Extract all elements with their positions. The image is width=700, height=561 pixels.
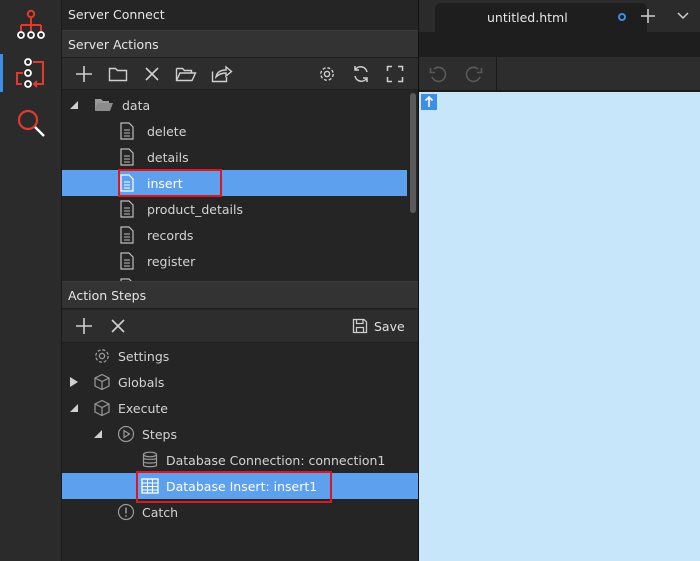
tree-file-details[interactable]: details — [62, 144, 407, 170]
expand-arrow-icon[interactable] — [69, 377, 79, 387]
gear-icon — [92, 346, 112, 366]
up-arrow-icon[interactable] — [421, 94, 437, 110]
design-canvas[interactable] — [419, 92, 700, 561]
step-database-connection[interactable]: Database Connection: connection1 — [62, 447, 418, 473]
gear-icon[interactable] — [312, 58, 342, 90]
cube-icon — [92, 398, 112, 418]
search-icon[interactable] — [0, 100, 62, 146]
save-label: Save — [374, 318, 405, 334]
tree-item-label: data — [122, 97, 151, 113]
file-icon — [117, 121, 137, 141]
tree-file-product-details[interactable]: product_details — [62, 196, 407, 222]
panel-title: Server Connect — [68, 7, 165, 22]
tree-item-label: delete — [147, 123, 187, 139]
tree-file-register[interactable]: register — [62, 248, 407, 274]
tree-item-label: product_details — [147, 201, 243, 217]
tree-folder-data[interactable]: data — [62, 92, 407, 118]
redo-icon[interactable] — [463, 63, 485, 85]
step-catch[interactable]: Catch — [62, 499, 418, 525]
tree-file-partial — [62, 274, 407, 281]
server-actions-header: Server Actions — [62, 30, 418, 58]
step-label: Execute — [118, 400, 168, 416]
refresh-icon[interactable] — [346, 58, 376, 90]
alert-circle-icon — [116, 502, 136, 522]
share-icon[interactable] — [207, 58, 237, 90]
play-circle-icon — [116, 424, 136, 444]
tree-item-label: insert — [147, 175, 183, 191]
file-icon — [117, 199, 137, 219]
collapse-arrow-icon[interactable] — [93, 429, 103, 439]
folder-open-icon — [94, 95, 114, 115]
step-label: Database Insert: insert1 — [166, 478, 318, 494]
delete-icon[interactable] — [137, 58, 167, 90]
step-database-insert[interactable]: Database Insert: insert1 — [62, 473, 418, 499]
step-globals[interactable]: Globals — [62, 369, 418, 395]
step-label: Database Connection: connection1 — [166, 452, 386, 468]
chevron-down-icon[interactable] — [673, 6, 693, 26]
save-button[interactable]: Save — [352, 310, 412, 342]
server-actions-toolbar — [62, 58, 418, 90]
collapse-arrow-icon[interactable] — [69, 100, 79, 110]
undo-icon[interactable] — [427, 63, 449, 85]
editor-toolbar — [419, 57, 700, 91]
server-actions-scrollbar[interactable] — [408, 91, 418, 281]
tree-file-insert[interactable]: insert — [62, 170, 407, 196]
left-rail — [0, 0, 62, 561]
toolbar-divider — [496, 57, 497, 91]
file-icon — [117, 147, 137, 167]
server-connect-icon[interactable] — [0, 50, 62, 96]
table-icon — [140, 476, 160, 496]
tree-item-label: records — [147, 227, 194, 243]
server-connect-panel: Server Connect Server Actions data delet… — [62, 0, 418, 561]
tab-bar: untitled.html — [419, 0, 700, 32]
sitemap-icon[interactable] — [0, 2, 62, 48]
file-icon — [117, 225, 137, 245]
action-steps-header: Action Steps — [62, 281, 418, 309]
new-folder-icon[interactable] — [103, 58, 133, 90]
tab-untitled[interactable]: untitled.html — [435, 3, 647, 32]
database-icon — [140, 450, 160, 470]
file-icon — [117, 251, 137, 271]
step-steps[interactable]: Steps — [62, 421, 418, 447]
open-folder-icon[interactable] — [171, 58, 201, 90]
add-step-icon[interactable] — [69, 310, 99, 342]
file-icon — [117, 173, 137, 193]
cube-icon — [92, 372, 112, 392]
step-execute[interactable]: Execute — [62, 395, 418, 421]
tree-item-label: register — [147, 253, 196, 269]
unsaved-dot-icon — [618, 13, 626, 21]
tree-file-delete[interactable]: delete — [62, 118, 407, 144]
step-label: Steps — [142, 426, 177, 442]
action-steps-tree: Settings Globals Execute Steps Database … — [62, 343, 418, 561]
action-steps-toolbar: Save — [62, 310, 418, 343]
tree-file-records[interactable]: records — [62, 222, 407, 248]
save-icon — [352, 318, 368, 334]
tree-item-label: details — [147, 149, 189, 165]
step-label: Catch — [142, 504, 179, 520]
server-actions-tree: data delete details insert product_detai… — [62, 91, 407, 281]
fullscreen-icon[interactable] — [380, 58, 410, 90]
collapse-arrow-icon[interactable] — [69, 403, 79, 413]
editor-area: untitled.html — [418, 0, 700, 561]
remove-step-icon[interactable] — [103, 310, 133, 342]
tab-label: untitled.html — [487, 10, 568, 25]
step-settings[interactable]: Settings — [62, 343, 418, 369]
new-tab-icon[interactable] — [637, 6, 659, 26]
add-icon[interactable] — [69, 58, 99, 90]
step-label: Globals — [118, 374, 165, 390]
step-label: Settings — [118, 348, 170, 364]
scrollbar-thumb[interactable] — [410, 93, 416, 213]
